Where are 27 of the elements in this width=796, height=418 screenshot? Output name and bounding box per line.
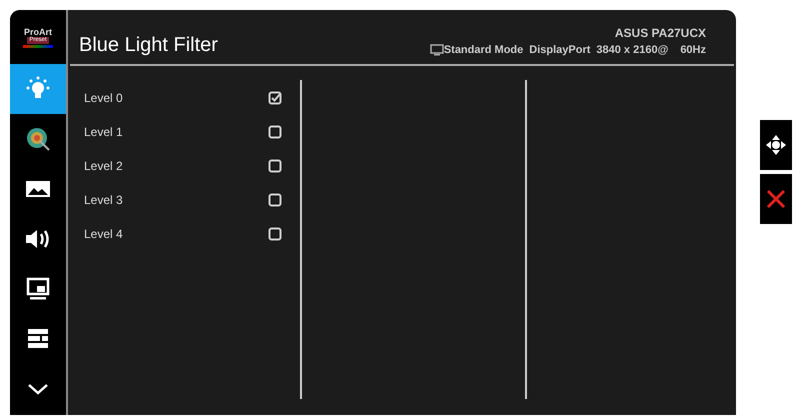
level-option[interactable]: Level 2 [84, 156, 282, 175]
chevron-down-icon [27, 382, 49, 396]
layout-icon [26, 327, 50, 351]
level-option[interactable]: Level 0 [84, 88, 282, 107]
logo-title: ProArt [24, 26, 52, 36]
refresh-text: 60Hz [680, 42, 706, 58]
move-button[interactable] [760, 120, 792, 170]
close-button[interactable] [760, 174, 792, 224]
color-wheel-icon [25, 126, 51, 152]
checkbox[interactable] [268, 158, 282, 172]
level-option[interactable]: Level 1 [84, 122, 282, 141]
checkbox[interactable] [268, 124, 282, 138]
level-option[interactable]: Level 3 [84, 190, 282, 209]
model-name: ASUS PA27UCX [614, 24, 706, 42]
picture-in-picture-icon [26, 277, 50, 301]
checkbox[interactable] [268, 192, 282, 206]
close-icon [766, 189, 786, 209]
page-title: Blue Light Filter [79, 33, 218, 57]
mode-text: Standard Mode [444, 42, 524, 58]
monitor-icon [430, 44, 444, 56]
move-icon [765, 134, 787, 156]
resolution-text: 3840 x 2160@ [596, 42, 668, 58]
level-option[interactable]: Level 4 [84, 224, 282, 243]
image-icon [25, 179, 51, 199]
checkbox[interactable] [268, 226, 282, 240]
checkbox[interactable] [268, 90, 282, 104]
input-text: DisplayPort [529, 42, 590, 58]
